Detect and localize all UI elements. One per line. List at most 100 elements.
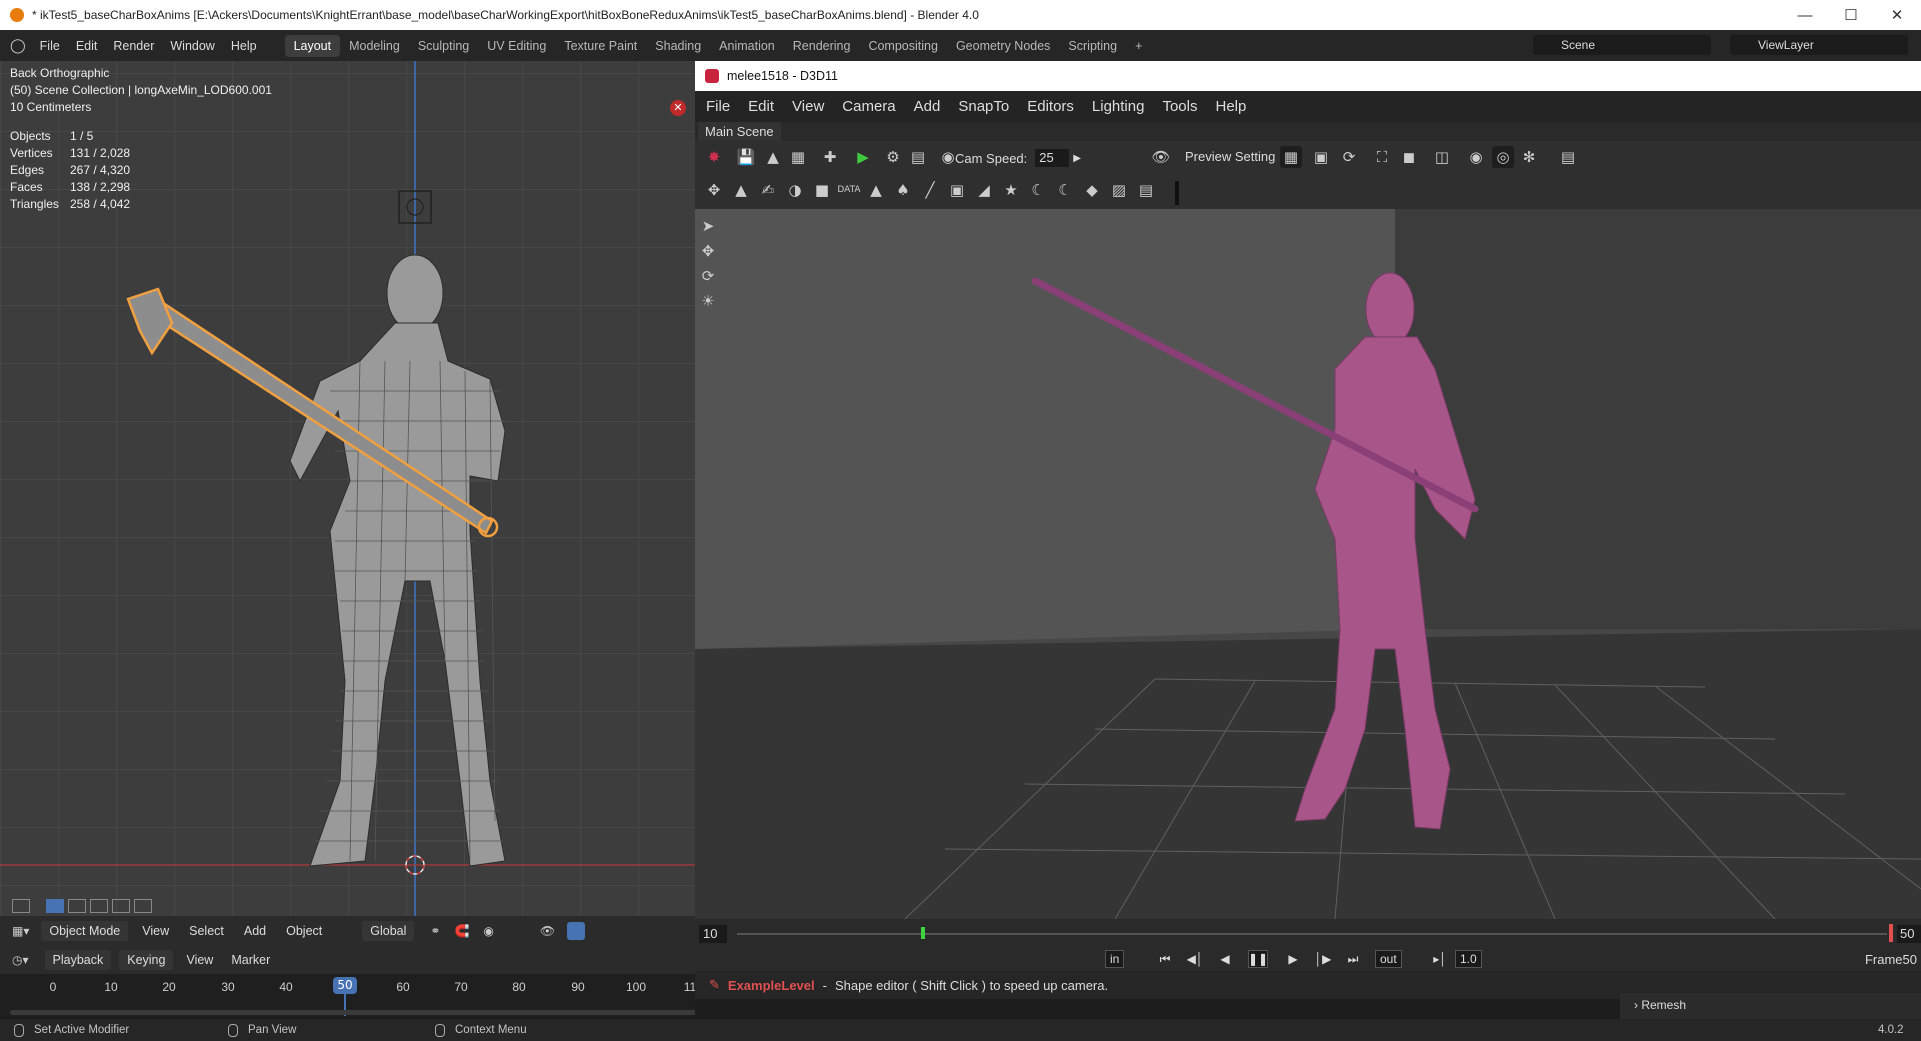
transform-icon[interactable]: ✻	[1518, 146, 1540, 168]
shape-editor-icon[interactable]: ☾	[1054, 179, 1076, 201]
river-icon[interactable]: ✍	[757, 179, 779, 201]
rotate-gizmo-icon[interactable]: ⟳	[697, 265, 719, 287]
file-icon[interactable]: ▤	[1135, 179, 1157, 201]
torque-logo-icon[interactable]: ✸	[703, 146, 725, 168]
sphere-icon[interactable]: ◑	[784, 179, 806, 201]
menu-playback[interactable]: Playback	[44, 950, 112, 970]
minimize-button[interactable]: —	[1782, 0, 1828, 30]
menu-render[interactable]: Render	[105, 39, 162, 53]
pause-icon[interactable]: ❚❚	[1248, 950, 1268, 968]
tab-scripting[interactable]: Scripting	[1059, 35, 1126, 57]
cam-speed-arrow-icon[interactable]: ▶	[1073, 153, 1081, 164]
maximize-button[interactable]: ☐	[1828, 0, 1874, 30]
timeline[interactable]: 0 10 20 30 40 60 70 80 90 100 11 50	[0, 974, 1560, 1016]
mesh-road-icon[interactable]: ▣	[946, 179, 968, 201]
blender-menu-icon[interactable]: ◯	[10, 37, 26, 54]
datablock-icon[interactable]: DATA	[837, 179, 860, 201]
menu-marker[interactable]: Marker	[222, 953, 279, 967]
sun-light-icon[interactable]: ☀	[697, 290, 719, 312]
next-frame-icon[interactable]: │▶	[1313, 950, 1333, 968]
tq-menu-edit[interactable]: Edit	[739, 98, 783, 115]
play-game-icon[interactable]: ▶	[852, 146, 874, 168]
scrub-track[interactable]	[737, 933, 1887, 935]
tab-animation[interactable]: Animation	[710, 35, 784, 57]
cam-speed-input[interactable]: 25	[1035, 149, 1070, 167]
shape-icon[interactable]: ◆	[1081, 179, 1103, 201]
seek-end-icon[interactable]: ⏭	[1343, 950, 1363, 968]
intersect-select-icon[interactable]	[134, 899, 152, 913]
grid-icon[interactable]: ▦	[1280, 146, 1302, 168]
timeline-editor-icon[interactable]: ◷▾	[12, 953, 29, 967]
tq-menu-camera[interactable]: Camera	[833, 98, 904, 115]
editor-type-icon[interactable]: ▦▾	[12, 924, 29, 938]
object-mode-dropdown[interactable]: Object Mode	[41, 921, 129, 941]
cube-icon[interactable]: ◫	[1431, 146, 1453, 168]
terrain-height-icon[interactable]: ▲	[730, 179, 752, 201]
settings-gear-icon[interactable]: ⚙	[882, 146, 904, 168]
snap-icon[interactable]: 🧲	[454, 924, 469, 938]
menu-add[interactable]: Add	[234, 924, 276, 938]
select-arrow-icon[interactable]: ➤	[697, 215, 719, 237]
tab-modeling[interactable]: Modeling	[340, 35, 409, 57]
out-button[interactable]: out	[1375, 950, 1402, 968]
menu-object[interactable]: Object	[276, 924, 332, 938]
viewlayer-selector[interactable]: ViewLayer	[1730, 35, 1908, 55]
gui-editor-icon[interactable]: ▨	[1108, 179, 1130, 201]
menu-timeline-view[interactable]: View	[177, 953, 222, 967]
add-object-icon[interactable]: ✚	[819, 146, 841, 168]
select-tool-icon[interactable]	[12, 899, 30, 913]
gizmo-icon[interactable]	[567, 922, 586, 940]
in-button[interactable]: in	[1105, 950, 1125, 968]
seek-start-icon[interactable]: ⏮	[1155, 950, 1175, 968]
menu-edit[interactable]: Edit	[68, 39, 106, 53]
shield-icon[interactable]: ◼	[1398, 146, 1420, 168]
tq-menu-snapto[interactable]: SnapTo	[949, 98, 1018, 115]
tab-sculpting[interactable]: Sculpting	[409, 35, 478, 57]
console-icon[interactable]: ▤	[907, 146, 929, 168]
preview-settings-label[interactable]: Preview Setting	[1185, 149, 1275, 164]
scrub-knob[interactable]	[921, 927, 925, 939]
tab-shading[interactable]: Shading	[646, 35, 710, 57]
loop-icon[interactable]: ▸│	[1430, 950, 1450, 968]
box-icon[interactable]: ■	[811, 179, 833, 201]
menu-window[interactable]: Window	[162, 39, 222, 53]
tq-menu-view[interactable]: View	[783, 98, 833, 115]
close-button[interactable]: ✕	[1874, 0, 1920, 30]
road-icon[interactable]: ╱	[919, 179, 941, 201]
decal-icon[interactable]: ▲	[865, 179, 887, 201]
menu-file[interactable]: File	[32, 39, 68, 53]
prev-frame-icon[interactable]: ◀│	[1185, 950, 1205, 968]
object-center-icon[interactable]: ◉	[1465, 146, 1487, 168]
terrain-icon[interactable]: ▲	[762, 146, 784, 168]
close-area-icon[interactable]: ✕	[670, 100, 686, 116]
tq-menu-lighting[interactable]: Lighting	[1083, 98, 1154, 115]
tab-main-scene[interactable]: Main Scene	[698, 122, 781, 141]
visibility-icon[interactable]: 👁	[540, 924, 555, 938]
transform-orientation-dropdown[interactable]: Global	[362, 921, 415, 941]
extend-select-icon[interactable]	[68, 899, 86, 913]
scene-selector[interactable]: Scene	[1533, 35, 1711, 55]
camera-view-icon[interactable]: ▣	[1310, 146, 1332, 168]
blender-3d-viewport[interactable]: Back Orthographic (50) Scene Collection …	[0, 61, 695, 916]
tab-geometry-nodes[interactable]: Geometry Nodes	[947, 35, 1059, 57]
fit-view-icon[interactable]: ⛶	[1371, 146, 1393, 168]
menu-select[interactable]: Select	[179, 924, 234, 938]
layout-icon[interactable]: ▦	[787, 146, 809, 168]
end-frame-field[interactable]: 50	[1897, 925, 1921, 943]
menu-view[interactable]: View	[132, 924, 179, 938]
orbit-icon[interactable]: ⟳	[1338, 146, 1360, 168]
add-workspace-button[interactable]: +	[1126, 35, 1151, 57]
speed-field[interactable]: 1.0	[1455, 950, 1482, 968]
play-reverse-icon[interactable]: ◀	[1215, 950, 1235, 968]
box-select-icon[interactable]	[46, 899, 64, 913]
particle-icon[interactable]: ★	[1000, 179, 1022, 201]
move-tool-icon[interactable]: ✥	[703, 179, 725, 201]
tq-menu-add[interactable]: Add	[905, 98, 950, 115]
menu-keying[interactable]: Keying	[119, 950, 174, 970]
forest-icon[interactable]: ♠	[892, 179, 914, 201]
tq-menu-file[interactable]: File	[697, 98, 739, 115]
subtract-select-icon[interactable]	[90, 899, 108, 913]
tab-compositing[interactable]: Compositing	[859, 35, 946, 57]
tq-menu-editors[interactable]: Editors	[1018, 98, 1083, 115]
current-frame-indicator[interactable]: 50	[333, 977, 357, 994]
